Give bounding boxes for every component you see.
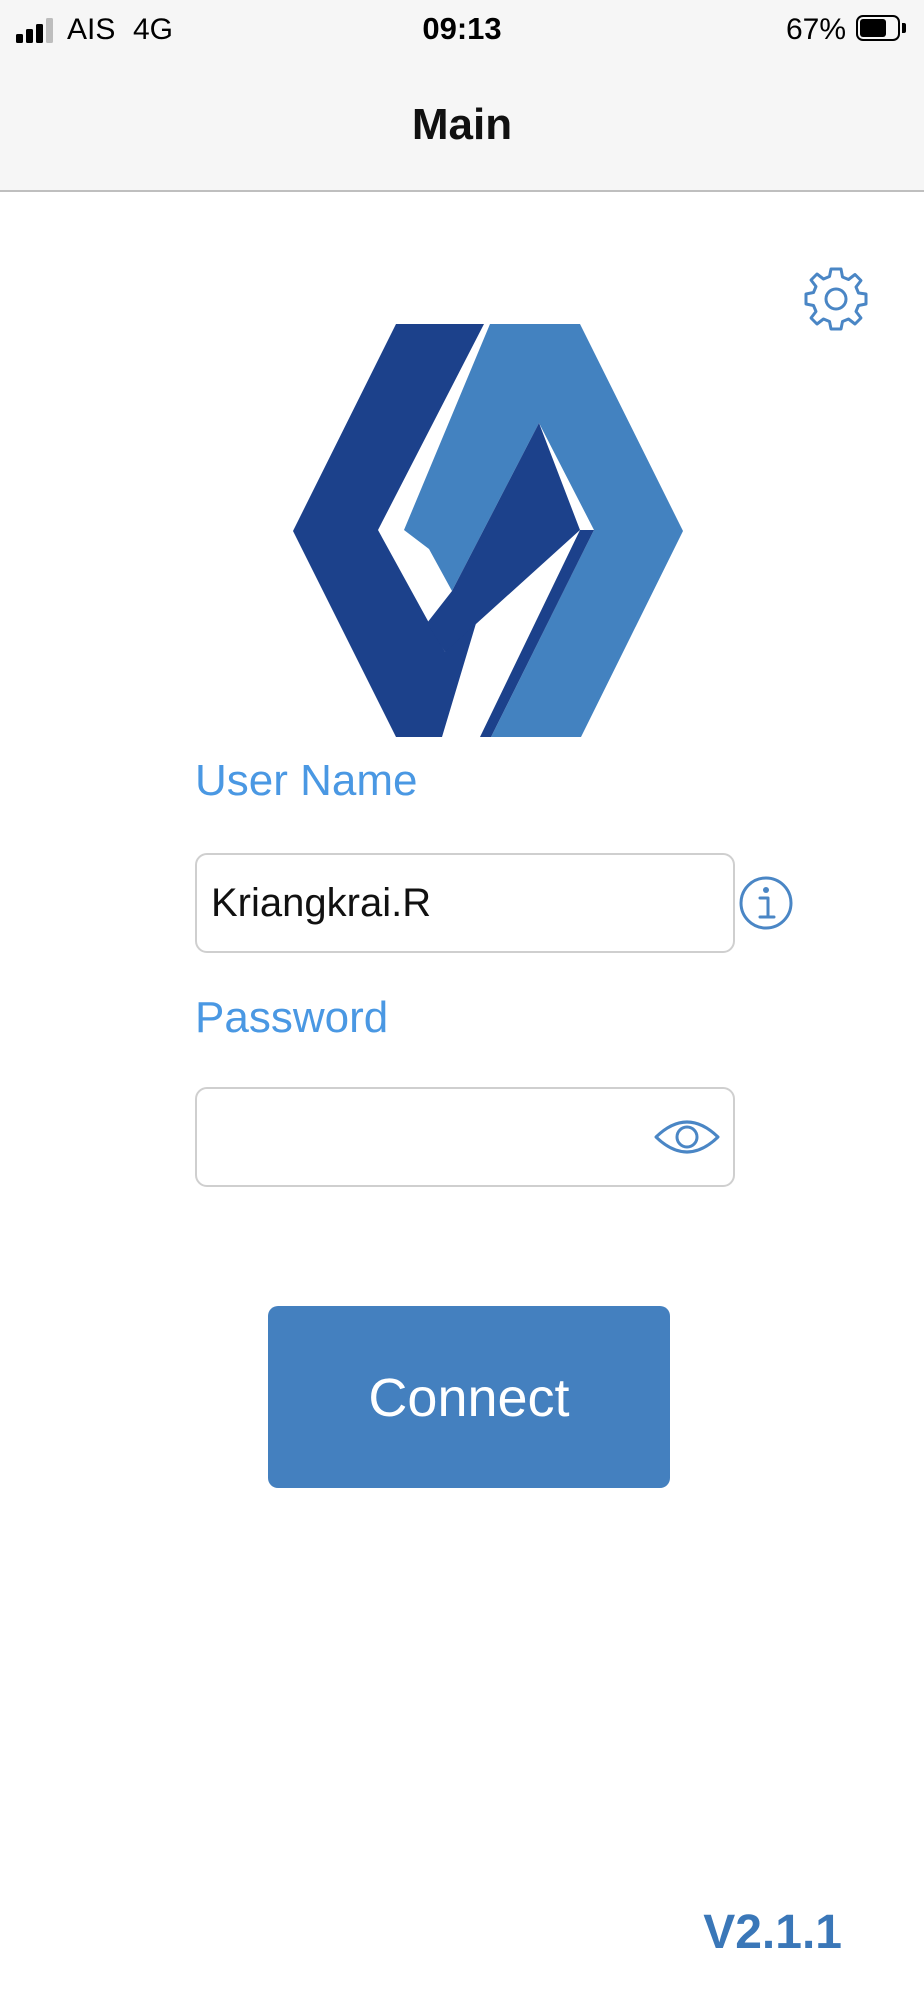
gear-icon: [804, 267, 868, 331]
app-version: V2.1.1: [703, 1906, 842, 1959]
navigation-bar: Main: [0, 62, 924, 192]
connect-button[interactable]: Connect: [268, 1306, 670, 1488]
info-button[interactable]: [738, 875, 794, 931]
battery-icon: [856, 15, 906, 43]
password-label: Password: [195, 993, 389, 1042]
company-logo: [293, 323, 683, 737]
info-icon: [739, 876, 793, 930]
username-field-container: [195, 853, 735, 953]
username-label: User Name: [195, 756, 418, 805]
password-input[interactable]: [211, 1089, 651, 1185]
battery-percentage: 67%: [785, 13, 846, 46]
show-password-button[interactable]: [653, 1115, 721, 1159]
eye-icon: [654, 1120, 720, 1154]
page-title: Main: [411, 100, 513, 149]
username-input[interactable]: [211, 855, 651, 951]
settings-button[interactable]: [800, 263, 872, 335]
password-field-container: [195, 1087, 735, 1187]
login-screen: AIS 4G 09:13 67% Main User Name Kriangkr…: [0, 0, 924, 2000]
status-bar: AIS 4G 09:13 67%: [0, 0, 924, 62]
